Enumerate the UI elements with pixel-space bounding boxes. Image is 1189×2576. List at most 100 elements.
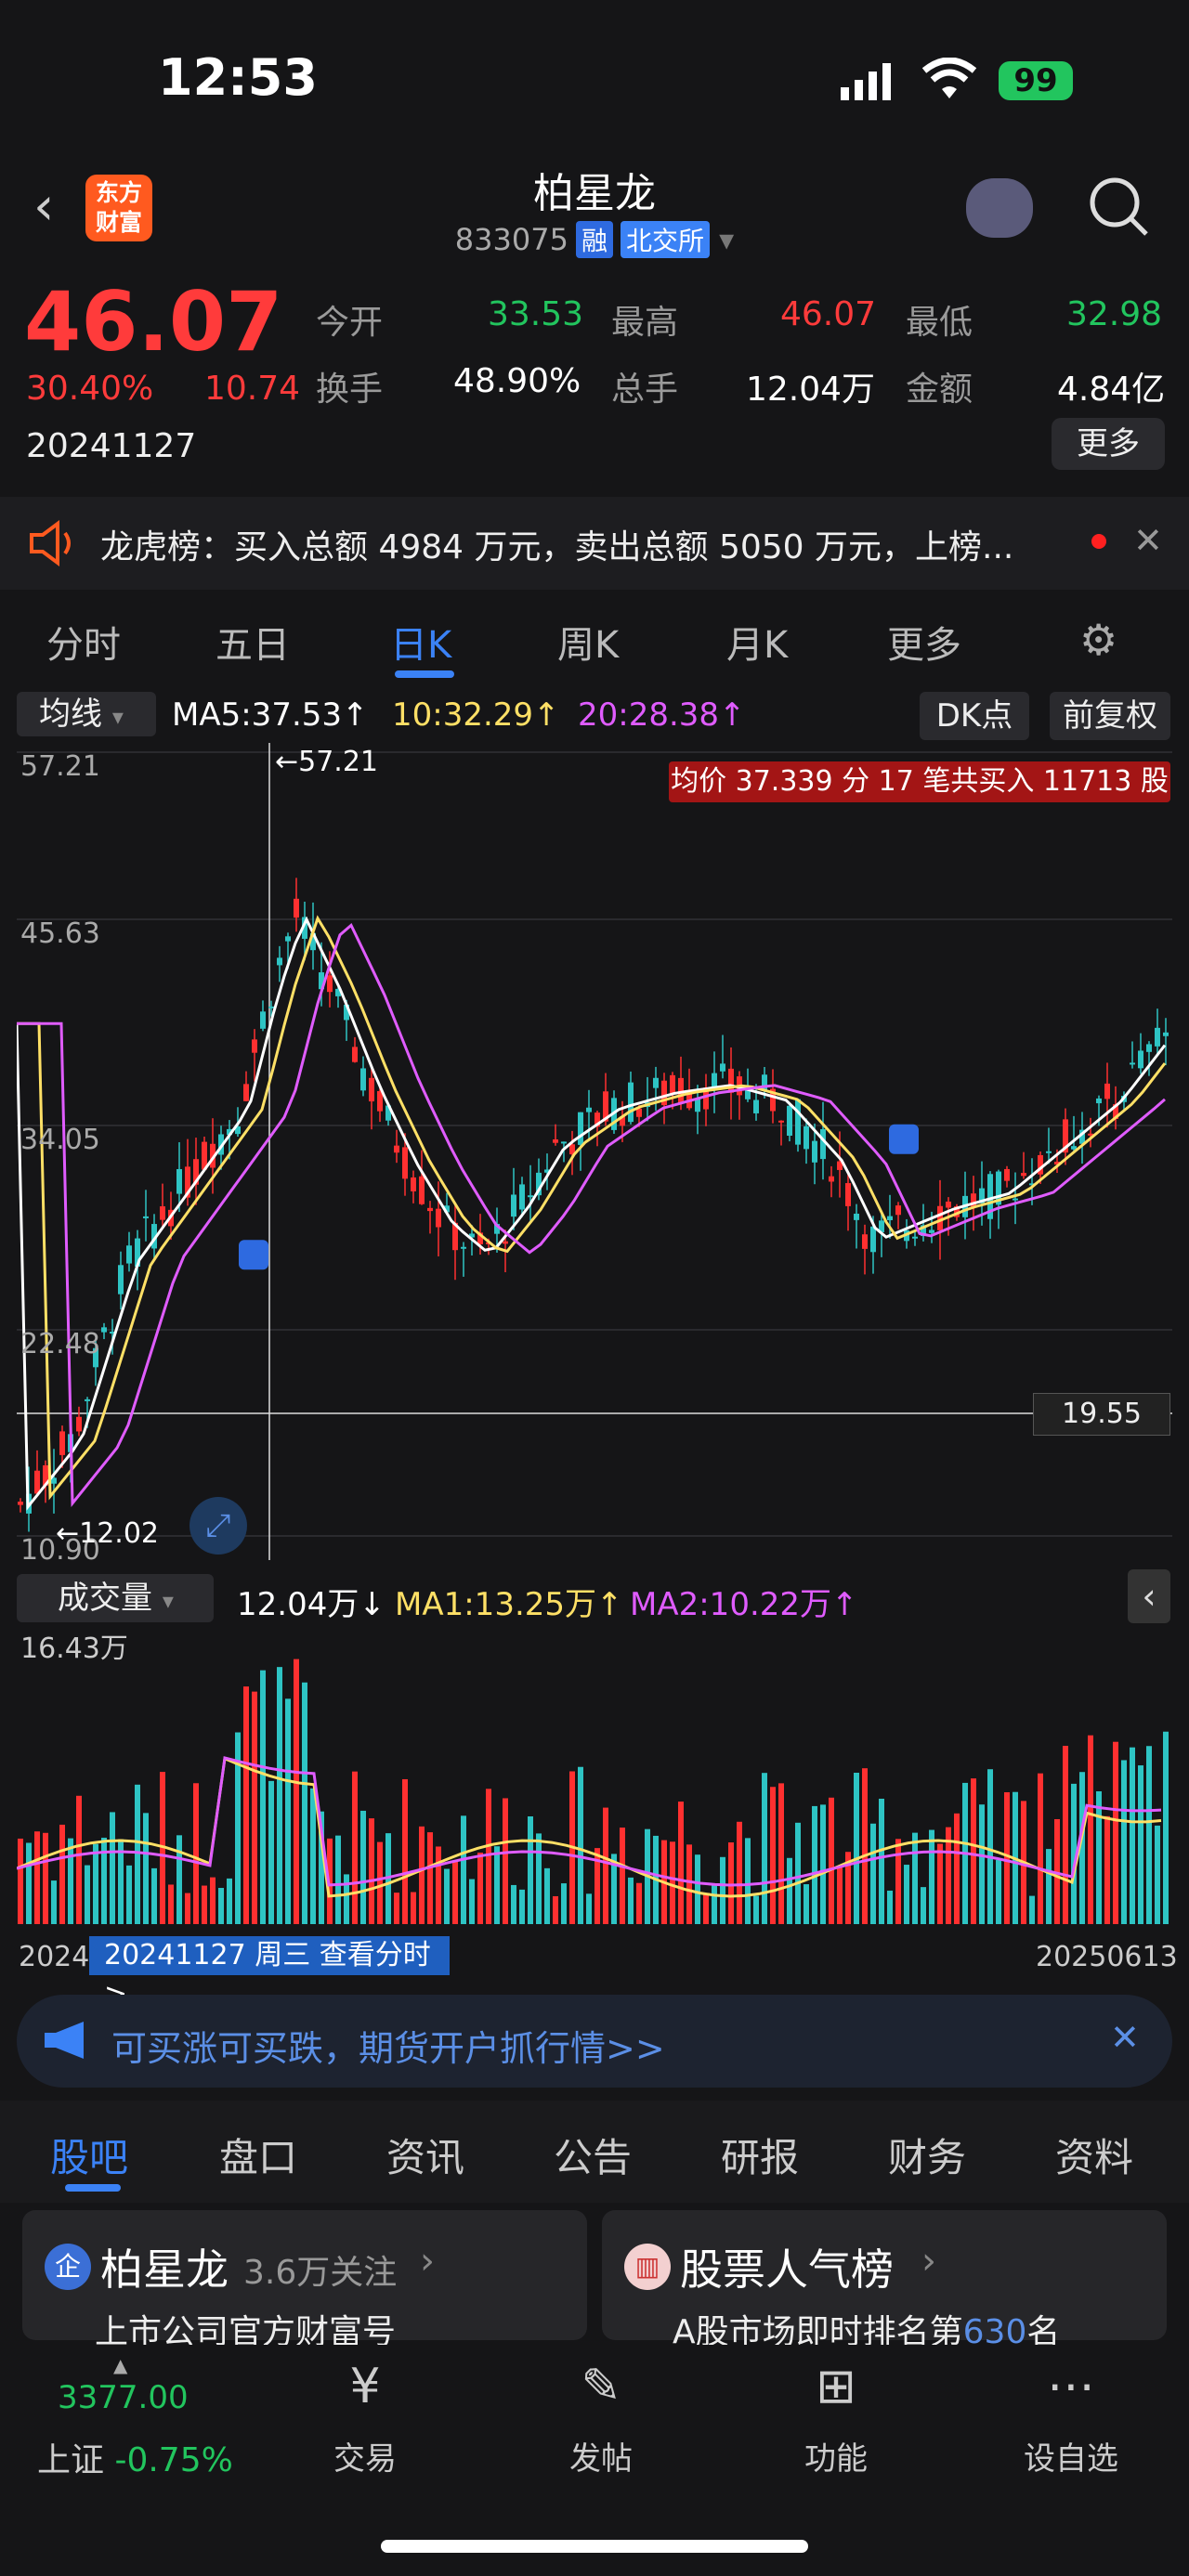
tab-news[interactable]: 资讯 <box>386 2127 464 2183</box>
candle-body <box>845 1183 851 1206</box>
chevron-down-icon: ▾ <box>719 222 735 257</box>
kline-chart[interactable] <box>17 743 1172 1560</box>
volume-bar <box>126 1865 132 1924</box>
volume-bar <box>778 1783 784 1924</box>
tab-more[interactable]: 更多 <box>887 615 961 669</box>
candle-body <box>929 1229 934 1233</box>
tab-monthly-k[interactable]: 月K <box>726 615 788 669</box>
volume-select[interactable]: 成交量 ▾ <box>17 1574 214 1622</box>
volume-bar <box>904 1865 909 1924</box>
volume-bar <box>494 1846 500 1924</box>
candle-body <box>503 1241 508 1244</box>
ma-select[interactable]: 均线 ▾ <box>17 692 156 736</box>
volume-bar <box>553 1895 558 1924</box>
volume-bar <box>712 1885 717 1924</box>
volume-bar <box>360 1810 366 1924</box>
volume-bar <box>444 1868 450 1924</box>
chevron-right-icon: › <box>420 2240 435 2283</box>
edit-icon[interactable]: ✎ <box>527 2359 675 2414</box>
low-value: 32.98 <box>1066 295 1163 333</box>
x-start-label: 2024 <box>19 1941 90 1973</box>
tab-orderbook[interactable]: 盘口 <box>219 2127 297 2183</box>
volume-bar <box>937 1843 943 1924</box>
volume-bar <box>971 1778 976 1924</box>
volume-bar <box>344 1874 349 1924</box>
candle-body <box>787 1105 792 1136</box>
nav-trade[interactable]: 交易 <box>291 2433 439 2478</box>
volume-bar <box>954 1813 960 1924</box>
candle-body <box>268 1006 274 1008</box>
adjust-button[interactable]: 前复权 <box>1050 692 1170 740</box>
volume-bar <box>561 1883 567 1924</box>
low-marker: ←12.02 <box>56 1517 160 1550</box>
expand-icon[interactable]: ⤢ <box>189 1497 247 1555</box>
candle-body <box>360 1068 366 1091</box>
volume-bar <box>862 1768 868 1924</box>
volume-bar <box>168 1884 174 1924</box>
candle-body <box>561 1141 567 1144</box>
candle-body <box>369 1077 374 1102</box>
grid-icon[interactable]: ⊞ <box>762 2359 910 2414</box>
ad-close-icon[interactable]: ✕ <box>1110 2017 1140 2058</box>
volume-bar <box>34 1831 40 1924</box>
volume-bar <box>461 1815 466 1924</box>
candle-body <box>795 1099 801 1145</box>
tab-research[interactable]: 研报 <box>721 2127 799 2183</box>
candle-body <box>636 1108 642 1117</box>
tab-forum[interactable]: 股吧 <box>50 2127 128 2183</box>
dk-button[interactable]: DK点 <box>920 692 1029 740</box>
volume-bar <box>1029 1895 1035 1924</box>
y-tick-2: 45.63 <box>20 917 100 950</box>
volume-bar <box>51 1880 57 1924</box>
selected-date-bar[interactable]: 20241127 周三 查看分时 > <box>89 1936 450 2010</box>
collapse-arrow-icon[interactable]: ‹ <box>1128 1569 1170 1623</box>
tab-intraday[interactable]: 分时 <box>46 615 121 669</box>
gear-icon[interactable]: ⚙ <box>1079 615 1117 665</box>
volume-bar <box>820 1804 826 1924</box>
candle-body <box>728 1068 734 1093</box>
volume-bar <box>519 1889 525 1924</box>
close-icon[interactable]: ✕ <box>1133 520 1163 561</box>
candle-body <box>870 1226 876 1253</box>
search-icon[interactable] <box>1087 175 1152 243</box>
trade-marker <box>889 1124 919 1154</box>
index-row[interactable]: 上证 -0.75% <box>37 2433 233 2481</box>
tab-daily-k[interactable]: 日K <box>390 615 451 669</box>
candle-body <box>427 1207 433 1212</box>
volume-bar <box>870 1823 876 1924</box>
tab-announcements[interactable]: 公告 <box>554 2127 632 2183</box>
volume-bar <box>770 1787 776 1924</box>
candle-body <box>1146 1044 1152 1052</box>
trade-marker <box>239 1240 268 1270</box>
volume-bar <box>110 1812 115 1924</box>
robot-icon[interactable] <box>966 178 1033 238</box>
candle-body <box>511 1194 516 1217</box>
nav-post[interactable]: 发帖 <box>527 2433 675 2478</box>
tab-profile[interactable]: 资料 <box>1055 2127 1133 2183</box>
volume-label: 总手 <box>611 371 679 409</box>
volume-bar <box>670 1841 675 1924</box>
home-indicator <box>381 2540 808 2553</box>
index-value[interactable]: 3377.00 <box>58 2379 189 2416</box>
ma-select-label: 均线 <box>39 696 102 733</box>
company-card-title: 柏星龙 <box>100 2244 229 2295</box>
y-tick-3: 34.05 <box>20 1124 100 1156</box>
nav-functions[interactable]: 功能 <box>762 2433 910 2478</box>
change-percent: 30.40% <box>26 370 154 408</box>
trade-icon[interactable]: ¥ <box>291 2359 439 2414</box>
low-label: 最低 <box>906 304 973 342</box>
candle-body <box>461 1246 466 1249</box>
volume-bar <box>402 1778 408 1924</box>
more-dots-icon[interactable]: ⋯ <box>997 2359 1145 2414</box>
candle-body <box>176 1168 182 1194</box>
tab-five-day[interactable]: 五日 <box>216 615 290 669</box>
nav-watchlist[interactable]: 设自选 <box>997 2433 1145 2478</box>
tab-weekly-k[interactable]: 周K <box>557 615 619 669</box>
tab-finance[interactable]: 财务 <box>888 2127 966 2183</box>
candle-body <box>586 1107 592 1112</box>
change-amount: 10.74 <box>204 370 301 408</box>
more-button[interactable]: 更多 <box>1052 418 1165 470</box>
volume-bar <box>93 1843 98 1924</box>
volume-bar <box>411 1892 416 1924</box>
volume-bar <box>268 1780 274 1924</box>
